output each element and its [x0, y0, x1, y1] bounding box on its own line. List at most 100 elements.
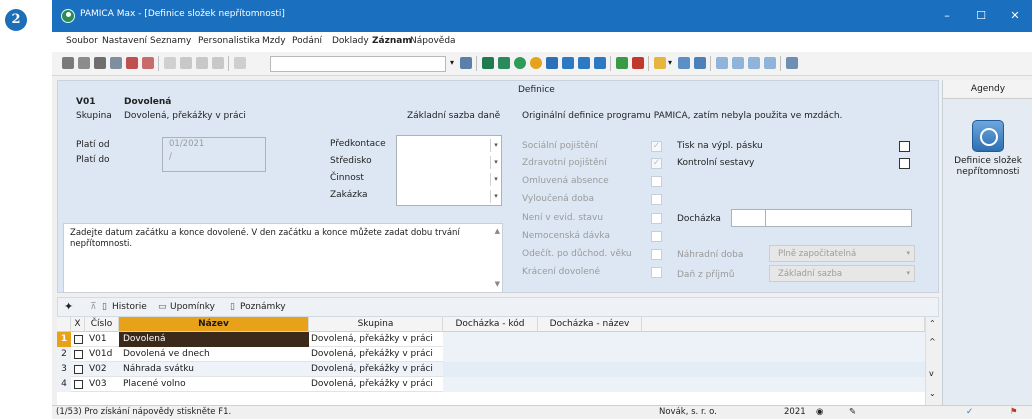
window-title: PAMICA Max - [Definice složek nepřítomno… [80, 9, 285, 19]
neni-v-evid-stavu-checkbox[interactable] [651, 213, 662, 224]
table-row[interactable]: 3 V02 Náhrada svátku Dovolená, překážky … [57, 362, 925, 377]
window-icon[interactable] [716, 57, 728, 69]
row-checkbox[interactable] [74, 380, 83, 389]
filter-red-icon[interactable] [632, 57, 644, 69]
zdravotni-pojisteni-checkbox[interactable]: ✓ [651, 158, 662, 169]
search-dropdown-icon[interactable]: ▾ [450, 58, 454, 67]
scroll-top-icon[interactable]: ⌃ [929, 319, 936, 328]
ok-icon[interactable]: ✓ [966, 407, 973, 417]
scroll-up-icon[interactable]: ^ [929, 337, 936, 346]
star-icon[interactable] [530, 57, 542, 69]
stredisko-dropdown[interactable]: ▾ [490, 156, 501, 169]
menu-seznamy[interactable]: Seznamy [150, 36, 191, 46]
document-icon[interactable] [678, 57, 690, 69]
filter-icon[interactable]: ⊼ [90, 302, 97, 312]
filter-icon[interactable] [460, 57, 472, 69]
omluvena-absence-checkbox[interactable] [651, 176, 662, 187]
tab-upominky[interactable]: Upomínky [170, 302, 215, 312]
predkontace-dropdown[interactable]: ▾ [490, 139, 501, 152]
cut-icon[interactable] [62, 57, 74, 69]
zakazka-dropdown[interactable]: ▾ [490, 190, 501, 203]
tisk-checkbox[interactable] [899, 141, 910, 152]
pdf-icon[interactable] [126, 57, 138, 69]
header-nazev[interactable]: Název [119, 317, 309, 332]
print-icon[interactable] [94, 57, 106, 69]
table-icon[interactable] [562, 57, 574, 69]
nemocenska-davka-checkbox[interactable] [651, 231, 662, 242]
note-textarea[interactable]: Zadejte datum začátku a konce dovolené. … [63, 223, 503, 293]
dochazka-name-input[interactable] [766, 209, 912, 227]
window-tile-icon[interactable] [764, 57, 776, 69]
table-row[interactable]: 2 V01d Dovolená ve dnech Dovolená, překá… [57, 347, 925, 362]
table-row[interactable]: 1 V01 Dovolená Dovolená, překážky v prác… [57, 332, 925, 347]
menu-doklady[interactable]: Doklady [332, 36, 369, 46]
flag-icon[interactable]: ⚑ [1010, 407, 1018, 417]
new-record-icon[interactable] [164, 57, 176, 69]
row-checkbox[interactable] [74, 365, 83, 374]
menu-nastaveni[interactable]: Nastavení [102, 36, 147, 46]
minimize-button[interactable]: – [930, 0, 964, 32]
form-icon[interactable] [594, 57, 606, 69]
note-scroll-up[interactable]: ▲ [495, 226, 500, 237]
scroll-bottom-icon[interactable]: ⌄ [929, 389, 936, 398]
dochazka-code-input[interactable] [731, 209, 766, 227]
menu-podani[interactable]: Podání [292, 36, 322, 46]
row-nazev: Placené volno [123, 379, 186, 389]
menu-mzdy[interactable]: Mzdy [262, 36, 286, 46]
print-preview-icon[interactable] [110, 57, 122, 69]
note-scroll-down[interactable]: ▼ [495, 279, 500, 290]
odecit-po-duchod-veku-checkbox[interactable] [651, 249, 662, 260]
duplicate-icon[interactable] [234, 57, 246, 69]
close-button[interactable]: ✕ [998, 0, 1032, 32]
row-checkbox[interactable] [74, 350, 83, 359]
menu-personalistika[interactable]: Personalistika [198, 36, 260, 46]
folder-icon[interactable] [654, 57, 666, 69]
calendar-icon[interactable] [546, 57, 558, 69]
row-cislo: V01 [89, 334, 107, 344]
definice-slozek-icon[interactable] [972, 120, 1004, 152]
folder-dropdown-icon[interactable]: ▾ [668, 58, 672, 67]
report-icon[interactable] [694, 57, 706, 69]
header-cislo[interactable]: Číslo [85, 317, 119, 332]
kontrolni-checkbox[interactable] [899, 158, 910, 169]
header-dochazka-kod[interactable]: Docházka - kód [443, 317, 538, 332]
header-dochazka-nazev[interactable]: Docházka - název [538, 317, 642, 332]
kraceni-dovolene-checkbox[interactable] [651, 267, 662, 278]
table-scrollbar[interactable]: ⌃ ^ v ⌄ [925, 317, 939, 405]
dan-z-prijmu-select[interactable]: Základní sazba ▾ [769, 265, 915, 282]
export-icon[interactable] [142, 57, 154, 69]
note-icon: ▯ [230, 302, 235, 312]
list-icon[interactable] [578, 57, 590, 69]
grid-icon[interactable] [498, 57, 510, 69]
vyloucena-doba-checkbox[interactable] [651, 194, 662, 205]
row-checkbox[interactable] [74, 335, 83, 344]
maximize-button[interactable]: ☐ [964, 0, 998, 32]
header-skupina[interactable]: Skupina [309, 317, 443, 332]
plati-od-do-field[interactable]: 01/2021 / [162, 137, 266, 172]
help-icon[interactable] [786, 57, 798, 69]
tree-icon[interactable] [514, 57, 526, 69]
menu-soubor[interactable]: Soubor [66, 36, 98, 46]
quick-search-input[interactable] [270, 56, 446, 72]
row-number: 4 [57, 377, 71, 392]
record-first-icon[interactable] [482, 57, 494, 69]
delete-icon[interactable] [212, 57, 224, 69]
save-as-icon[interactable] [196, 57, 208, 69]
nahradni-doba-select[interactable]: Plně započitatelná ▾ [769, 245, 915, 262]
agendy-item-label[interactable]: Definice složek nepřítomnosti [943, 156, 1032, 178]
save-icon[interactable] [180, 57, 192, 69]
tab-historie[interactable]: Historie [112, 302, 147, 312]
cinnost-dropdown[interactable]: ▾ [490, 173, 501, 186]
menu-napoveda[interactable]: Nápověda [410, 36, 456, 46]
pin-icon[interactable]: ✦ [64, 300, 73, 313]
window-cascade-icon[interactable] [748, 57, 760, 69]
window-split-icon[interactable] [732, 57, 744, 69]
socialni-pojisteni-checkbox[interactable]: ✓ [651, 141, 662, 152]
tab-poznamky[interactable]: Poznámky [240, 302, 286, 312]
menu-zaznam[interactable]: Záznam [372, 36, 412, 46]
header-x[interactable]: X [71, 317, 85, 332]
filter-green-icon[interactable] [616, 57, 628, 69]
copy-icon[interactable] [78, 57, 90, 69]
scroll-down-icon[interactable]: v [929, 369, 934, 378]
table-row[interactable]: 4 V03 Placené volno Dovolená, překážky v… [57, 377, 925, 392]
